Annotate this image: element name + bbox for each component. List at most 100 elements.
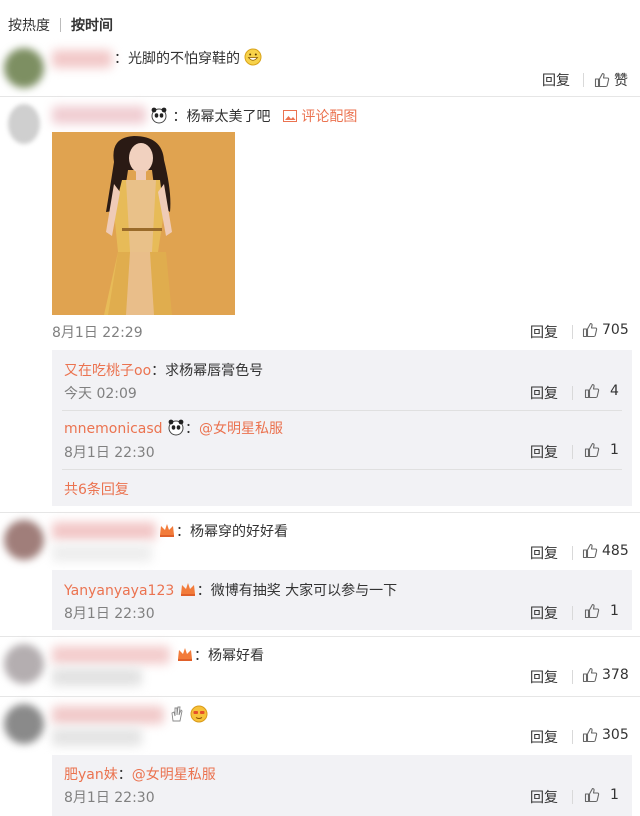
like-button[interactable]: 705 bbox=[582, 322, 629, 338]
like-count: 378 bbox=[602, 667, 629, 683]
thumbs-up-icon bbox=[582, 667, 598, 683]
comment-text: ：杨幂穿的好好看 bbox=[158, 521, 288, 541]
hand-emoji-icon bbox=[171, 706, 183, 722]
reply-button[interactable]: 回复 bbox=[530, 543, 558, 563]
thumbs-up-icon bbox=[582, 322, 598, 338]
divider bbox=[0, 636, 640, 637]
reply-button[interactable]: 回复 bbox=[542, 70, 570, 90]
more-replies-link[interactable]: 共6条回复 bbox=[64, 479, 129, 499]
like-count: 485 bbox=[602, 543, 629, 559]
cool-face-emoji-icon bbox=[190, 705, 208, 723]
like-button[interactable]: 1 bbox=[584, 442, 619, 458]
username-blur-extra bbox=[52, 544, 152, 562]
like-button[interactable]: 4 bbox=[584, 383, 619, 399]
username-blur-extra bbox=[52, 728, 142, 746]
avatar[interactable] bbox=[4, 48, 44, 88]
sub-reply-user[interactable]: mnemonicasd bbox=[64, 421, 163, 437]
sort-by-hot[interactable]: 按热度 bbox=[8, 15, 50, 35]
divider bbox=[572, 325, 573, 339]
avatar[interactable] bbox=[8, 104, 40, 144]
comment-text: ：杨幂好看 bbox=[176, 645, 264, 665]
divider bbox=[0, 96, 640, 97]
like-button[interactable]: 1 bbox=[584, 787, 619, 803]
divider bbox=[572, 790, 573, 804]
reply-button[interactable]: 回复 bbox=[530, 383, 558, 403]
username[interactable] bbox=[52, 50, 112, 68]
thumbs-up-icon bbox=[582, 727, 598, 743]
timestamp: 8月1日 22:30 bbox=[64, 606, 155, 622]
like-count: 1 bbox=[610, 787, 619, 803]
sort-bar: 按热度 按时间 bbox=[0, 10, 113, 40]
divider bbox=[572, 670, 573, 684]
reply-button[interactable]: 回复 bbox=[530, 667, 558, 687]
timestamp: 8月1日 22:30 bbox=[64, 445, 155, 461]
reply-button[interactable]: 回复 bbox=[530, 603, 558, 623]
username[interactable] bbox=[52, 646, 170, 664]
reply-button[interactable]: 回复 bbox=[530, 442, 558, 462]
divider bbox=[572, 546, 573, 560]
like-count: 305 bbox=[602, 727, 629, 743]
reply-button[interactable]: 回复 bbox=[530, 727, 558, 747]
like-count: 1 bbox=[610, 442, 619, 458]
divider bbox=[572, 445, 573, 459]
comment-photo[interactable] bbox=[52, 132, 235, 315]
thumbs-up-icon bbox=[594, 72, 610, 88]
photo-woman-yellow-dress bbox=[52, 132, 235, 315]
mention-link[interactable]: @女明星私服 bbox=[199, 421, 283, 437]
sub-reply-user[interactable]: 肥yan妹 bbox=[64, 767, 118, 783]
divider bbox=[0, 512, 640, 513]
divider bbox=[572, 730, 573, 744]
timestamp: 8月1日 22:30 bbox=[64, 790, 155, 806]
sub-reply-text: mnemonicasd ：@女明星私服 bbox=[64, 418, 283, 438]
like-count: 1 bbox=[610, 603, 619, 619]
comment-text: ：光脚的不怕穿鞋的 bbox=[114, 48, 262, 68]
divider bbox=[572, 386, 573, 400]
avatar[interactable] bbox=[4, 704, 44, 744]
grin-emoji-icon bbox=[244, 48, 262, 66]
thumbs-up-icon bbox=[584, 603, 600, 619]
like-button[interactable]: 485 bbox=[582, 543, 629, 559]
sub-reply-text: Yanyanyaya123 ：微博有抽奖 大家可以参与一下 bbox=[64, 580, 397, 600]
divider bbox=[62, 469, 622, 470]
like-count: 4 bbox=[610, 383, 619, 399]
username-blur-extra bbox=[52, 668, 142, 686]
crown-badge-icon bbox=[160, 524, 174, 537]
sort-by-time[interactable]: 按时间 bbox=[71, 15, 113, 35]
like-button[interactable]: 305 bbox=[582, 727, 629, 743]
divider bbox=[572, 606, 573, 620]
sub-reply-user[interactable]: Yanyanyaya123 bbox=[64, 583, 174, 599]
reply-button[interactable]: 回复 bbox=[530, 787, 558, 807]
like-button[interactable]: 赞 bbox=[594, 70, 628, 90]
sub-reply-text: 肥yan妹：@女明星私服 bbox=[64, 767, 216, 783]
thumbs-up-icon bbox=[584, 383, 600, 399]
reply-button[interactable]: 回复 bbox=[530, 322, 558, 342]
avatar[interactable] bbox=[4, 520, 44, 560]
crown-badge-icon bbox=[178, 648, 192, 661]
thumbs-up-icon bbox=[582, 543, 598, 559]
divider bbox=[583, 73, 584, 87]
sort-divider bbox=[60, 18, 61, 32]
username[interactable] bbox=[52, 706, 164, 724]
like-count: 705 bbox=[602, 322, 629, 338]
sub-reply-user[interactable]: 又在吃桃子oo bbox=[64, 363, 151, 379]
thumbs-up-icon bbox=[584, 787, 600, 803]
mention-link[interactable]: @女明星私服 bbox=[132, 767, 216, 783]
like-button[interactable]: 378 bbox=[582, 667, 629, 683]
sub-reply-text: 又在吃桃子oo：求杨幂唇膏色号 bbox=[64, 363, 264, 379]
username[interactable] bbox=[52, 106, 146, 124]
like-button[interactable]: 1 bbox=[584, 603, 619, 619]
divider bbox=[0, 696, 640, 697]
timestamp: 今天 02:09 bbox=[64, 386, 137, 402]
username[interactable] bbox=[52, 522, 156, 540]
timestamp: 8月1日 22:29 bbox=[52, 325, 143, 341]
crown-badge-icon bbox=[180, 583, 195, 596]
divider bbox=[62, 410, 622, 411]
panda-badge-icon bbox=[151, 107, 167, 124]
avatar[interactable] bbox=[4, 644, 44, 684]
like-label: 赞 bbox=[614, 73, 628, 89]
comment-text bbox=[168, 705, 208, 724]
image-icon bbox=[282, 110, 297, 122]
comment-image-link[interactable]: 评论配图 bbox=[282, 109, 357, 125]
panda-badge-icon bbox=[168, 419, 184, 436]
comment-text: ：杨幂太美了吧 评论配图 bbox=[150, 106, 357, 126]
